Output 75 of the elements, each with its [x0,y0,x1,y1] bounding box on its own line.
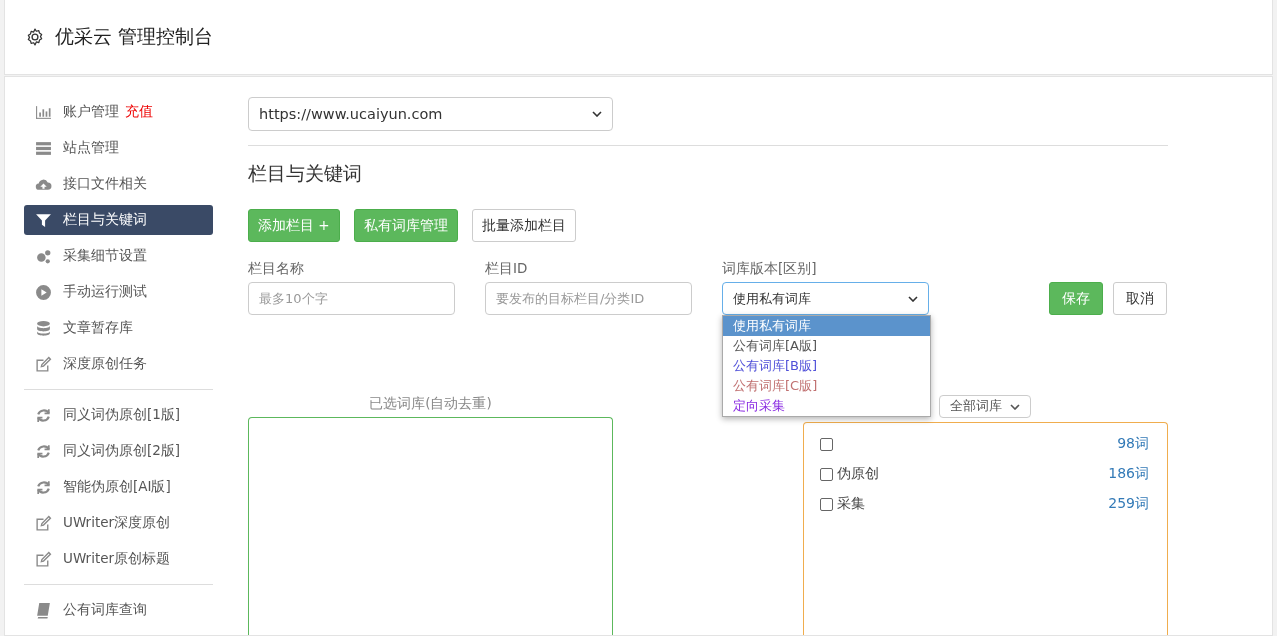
option-text: 使用私有词库 [733,318,811,333]
sidebar-label: 账户管理 [63,103,119,121]
sidebar-label: 站点管理 [63,139,119,157]
sidebar-item[interactable]: 采集细节设置 [24,241,213,271]
sidebar-label: 深度原创任务 [63,355,147,373]
sidebar-item[interactable]: 公有词库查询 [24,595,213,625]
sidebar-item[interactable]: UWriter深度原创 [24,508,213,538]
library-filter-select[interactable]: 全部词库 [939,395,1031,418]
option-text: 公有词库[C版] [733,378,818,393]
sidebar-label: 手动运行测试 [63,283,147,301]
sidebar-item[interactable]: 站点管理 [24,133,213,163]
sidebar-label: 采集细节设置 [63,247,147,265]
word-count: 186词 [1108,465,1149,483]
library-name: 采集 [837,495,865,513]
database-icon [35,319,52,337]
input-field[interactable]: 要发布的目标栏目/分类ID [485,282,692,315]
sidebar-item[interactable]: UWriter原创标题 [24,544,213,574]
book-icon [35,601,52,619]
sidebar-label: 文章暂存库 [63,319,133,337]
edit-icon [35,550,52,568]
recharge-link[interactable]: 充值 [125,103,153,121]
sidebar-item[interactable]: 文章暂存库 [24,313,213,343]
sidebar-label: 智能伪原创[AI版] [63,478,171,496]
sidebar-item[interactable]: 账户管理 充值 [24,97,213,127]
sidebar-label: 公有词库查询 [63,601,147,619]
option-text: 定向采集 [733,398,785,413]
version-select[interactable]: 使用私有词库 [722,282,929,315]
play-icon [35,283,52,301]
sidebar-item[interactable]: 同义词伪原创[1版] [24,400,213,430]
field-label: 词库版本[区别] [722,260,818,278]
sidebar-item[interactable]: 手动运行测试 [24,277,213,307]
site-select[interactable]: https://www.ucaiyun.com [248,97,613,131]
form-button[interactable]: 取消 [1113,282,1167,315]
sidebar-label: 栏目与关键词 [63,211,147,229]
sidebar-item[interactable]: 智能伪原创[AI版] [24,472,213,502]
section-title: 栏目与关键词 [248,161,363,186]
sync-icon [35,406,52,424]
chevron-down-icon [592,111,602,117]
sidebar-label: 同义词伪原创[2版] [63,442,181,460]
sync-icon [35,478,52,496]
checkbox[interactable] [820,467,833,481]
option-text: 公有词库[B版] [733,358,818,373]
server-icon [35,139,52,157]
sidebar-item[interactable]: 同义词伪原创[2版] [24,436,213,466]
sidebar-label: 接口文件相关 [63,175,147,193]
chevron-down-icon [908,295,918,302]
word-count: 259词 [1108,495,1149,513]
dropdown-option[interactable]: 定向采集 [723,396,930,416]
sync-icon [35,442,52,460]
library-name: 伪原创 [837,465,879,483]
dropdown-option[interactable]: 公有词库[B版] [723,356,930,376]
action-button[interactable]: 批量添加栏目 [471,209,576,242]
settings-icon [25,27,45,47]
checkbox[interactable] [820,437,833,451]
input-field[interactable]: 最多10个字 [248,282,455,315]
sidebar-label: 同义词伪原创[1版] [63,406,181,424]
edit-icon [35,514,52,532]
sidebar-item[interactable]: 接口文件相关 [24,169,213,199]
filter-icon [35,211,52,229]
panel-title: 已选词库(自动去重) [369,395,492,413]
sidebar-item[interactable]: 栏目与关键词 [24,205,213,235]
dropdown-option[interactable]: 公有词库[C版] [723,376,930,396]
checkbox[interactable] [820,497,833,511]
sidebar-item[interactable]: 深度原创任务 [24,349,213,379]
chevron-down-icon [1010,403,1020,410]
field-label: 栏目ID [485,260,529,278]
dropdown-option[interactable]: 公有词库[A版] [723,336,930,356]
word-count: 98词 [1117,435,1149,453]
field-label: 栏目名称 [248,260,305,278]
edit-icon [35,355,52,373]
sidebar-label: UWriter原创标题 [63,550,171,568]
sidebar-label: UWriter深度原创 [63,514,171,532]
chart-icon [35,103,52,121]
option-text: 公有词库[A版] [733,338,818,353]
console-title: 优采云 管理控制台 [55,24,214,49]
